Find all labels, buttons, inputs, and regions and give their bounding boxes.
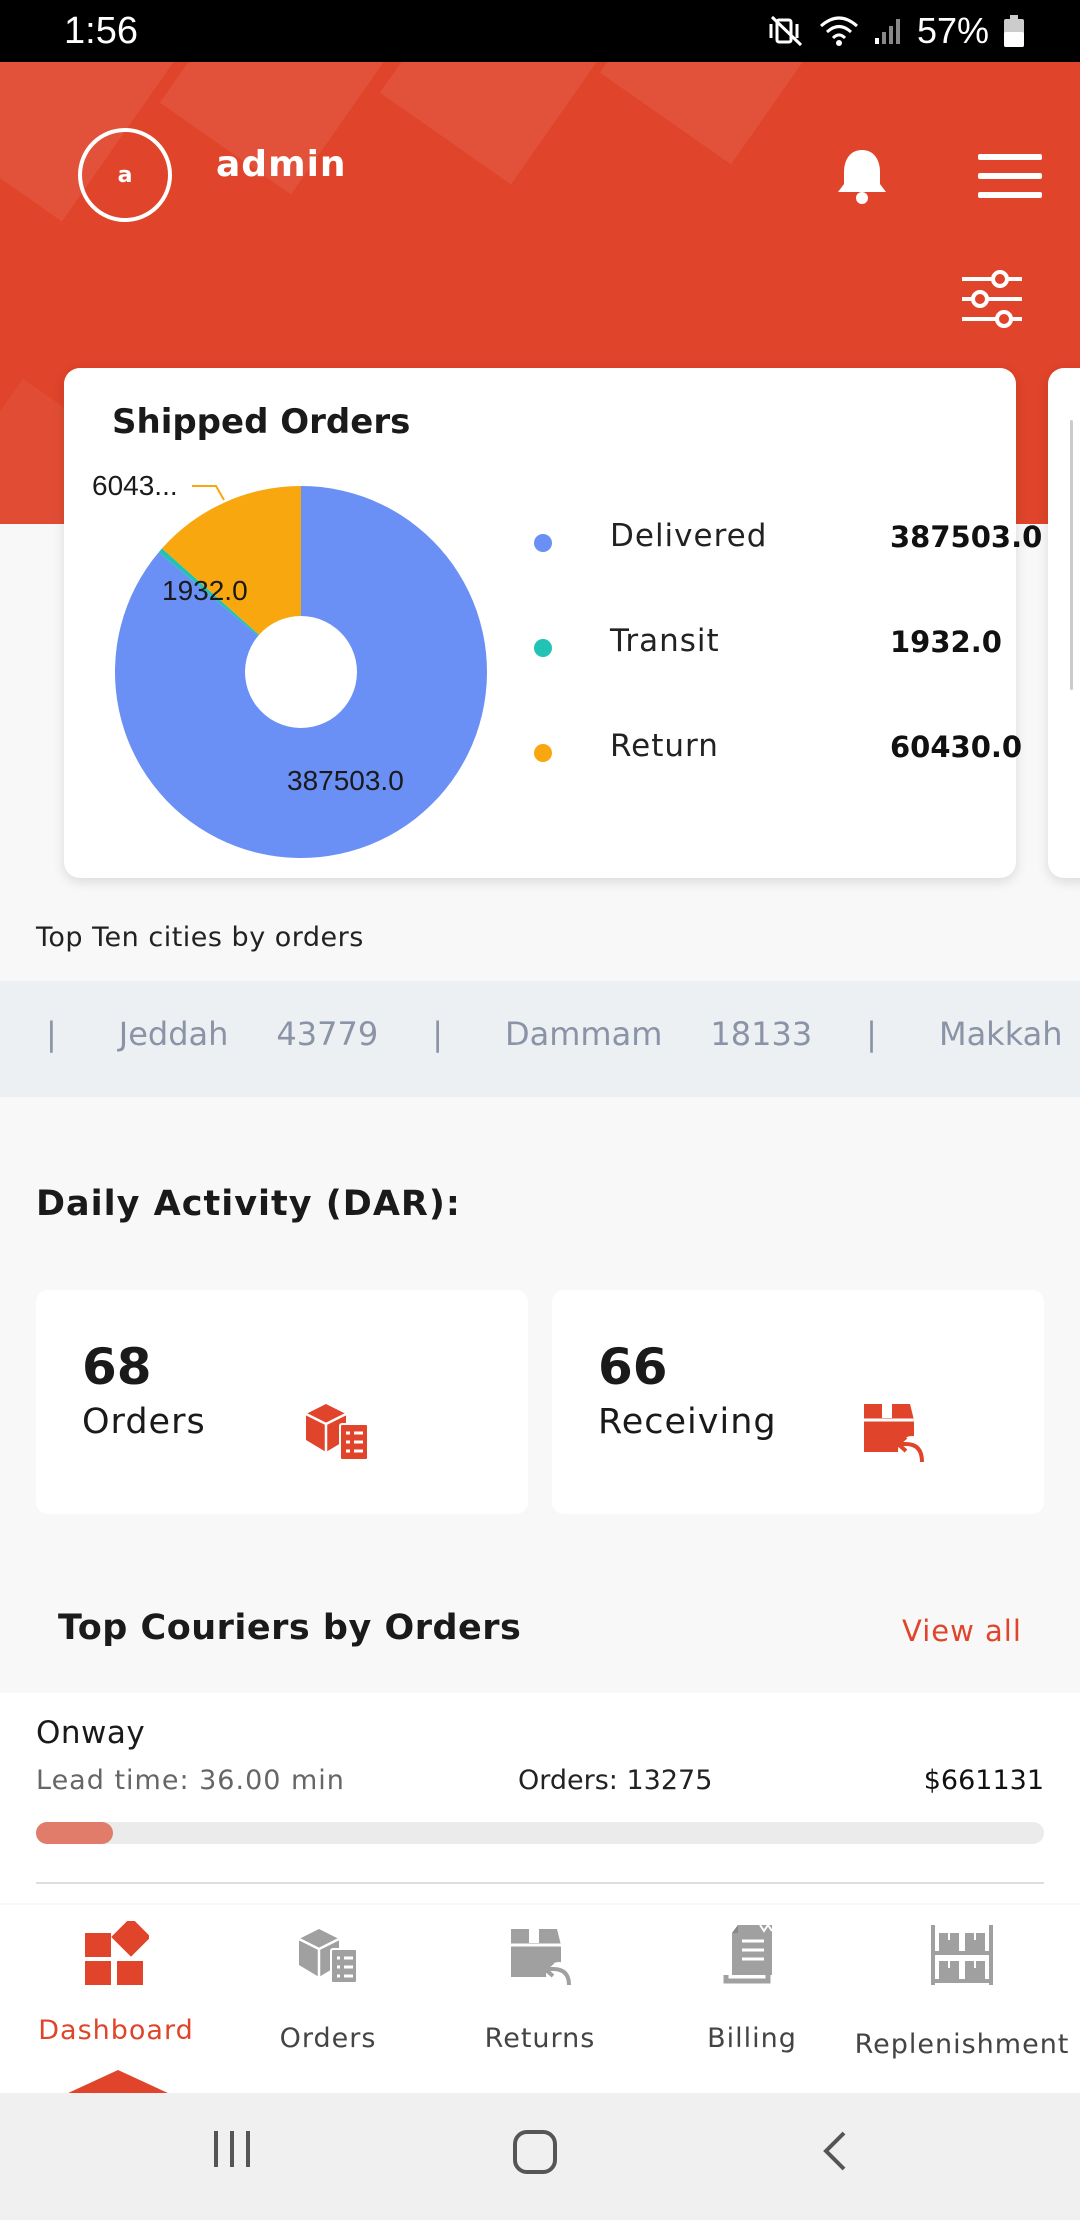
- top-cities-title: Top Ten cities by orders: [36, 922, 364, 953]
- city-separator: |: [46, 1015, 57, 1053]
- receiving-label: Receiving: [598, 1402, 777, 1442]
- legend-value: 387503.0: [890, 520, 1043, 554]
- nav-label-returns: Returns: [484, 2023, 596, 2054]
- legend-item-return[interactable]: Return 60430.0: [534, 728, 1022, 833]
- menu-button[interactable]: [976, 152, 1044, 200]
- orders-count: 68: [82, 1338, 152, 1396]
- city-separator: |: [866, 1015, 877, 1053]
- wifi-icon: [819, 16, 858, 46]
- home-icon[interactable]: [512, 2129, 558, 2175]
- daily-activity-title: Daily Activity (DAR):: [36, 1184, 461, 1224]
- courier-progress-bar: [36, 1822, 1044, 1844]
- city-count: 18133: [710, 1015, 813, 1053]
- hamburger-menu-icon: [978, 154, 1042, 198]
- status-icons: 57%: [769, 10, 1025, 52]
- city-name: Jeddah: [118, 1015, 229, 1053]
- orders-activity-card[interactable]: 68 Orders: [36, 1290, 528, 1514]
- nav-item-orders[interactable]: Orders: [228, 1905, 428, 2093]
- legend-label: Return: [610, 728, 719, 764]
- city-item[interactable]: | Jeddah 43779: [46, 1015, 432, 1053]
- system-navigation-bar: [0, 2093, 1080, 2220]
- username: admin: [216, 144, 347, 185]
- delivered-slice-label: 387503.0: [287, 765, 404, 796]
- nav-item-returns[interactable]: Returns: [440, 1905, 640, 2093]
- returns-box-icon: [511, 1929, 572, 1987]
- billing-receipt-icon: [723, 1923, 773, 1984]
- legend-dot-icon: [534, 744, 552, 762]
- next-card-edge: [1070, 420, 1073, 690]
- transit-slice-label: 1932.0: [162, 575, 248, 606]
- battery-percent: 57%: [916, 10, 989, 51]
- city-name: Dammam: [505, 1015, 663, 1053]
- legend-dot-icon: [534, 639, 552, 657]
- view-all-link[interactable]: View all: [902, 1614, 1022, 1648]
- bottom-navigation: Dashboard Orders Returns Billing Repleni…: [0, 1905, 1080, 2093]
- courier-orders: Orders: 13275: [518, 1765, 713, 1796]
- back-icon[interactable]: [820, 2129, 850, 2173]
- courier-progress-fill: [36, 1822, 113, 1844]
- city-count: 43779: [276, 1015, 379, 1053]
- notifications-button[interactable]: [834, 146, 890, 206]
- nav-label-orders: Orders: [279, 2023, 377, 2054]
- legend-label: Delivered: [610, 518, 768, 554]
- courier-lead-time: Lead time: 36.00 min: [36, 1765, 345, 1796]
- nav-item-replenishment[interactable]: Replenishment: [852, 1905, 1072, 2093]
- receiving-activity-card[interactable]: 66 Receiving: [552, 1290, 1044, 1514]
- city-separator: |: [432, 1015, 443, 1053]
- legend-item-delivered[interactable]: Delivered 387503.0: [534, 518, 1042, 623]
- avatar[interactable]: a: [78, 128, 172, 222]
- nav-label-dashboard: Dashboard: [38, 2015, 194, 2046]
- orders-label: Orders: [82, 1402, 206, 1442]
- legend-label: Transit: [610, 623, 720, 659]
- nav-item-dashboard[interactable]: Dashboard: [16, 1905, 216, 2093]
- next-card-peek[interactable]: [1048, 368, 1080, 878]
- city-name: Makkah: [938, 1015, 1063, 1053]
- filter-button[interactable]: [960, 270, 1022, 328]
- shipped-orders-card[interactable]: Shipped Orders 6043... 1932.0 387503.0 D…: [64, 368, 1042, 878]
- shelves-icon: [931, 1925, 993, 1985]
- courier-list: Onway Lead time: 36.00 min Orders: 13275…: [0, 1693, 1080, 1903]
- top-cities-ticker[interactable]: | Jeddah 43779 | Dammam 18133 | Makkah 1…: [0, 981, 1080, 1097]
- nav-label-replenishment: Replenishment: [854, 2029, 1070, 2060]
- signal-icon: [874, 19, 900, 44]
- battery-icon: [1004, 15, 1024, 47]
- shipped-orders-donut-chart: 6043... 1932.0 387503.0: [92, 470, 487, 858]
- orders-boxes-icon: [305, 1404, 369, 1461]
- legend-value: 60430.0: [890, 730, 1023, 764]
- divider: [36, 1882, 1044, 1884]
- nav-item-billing[interactable]: Billing: [652, 1905, 852, 2093]
- city-item[interactable]: | Dammam 18133: [432, 1015, 866, 1053]
- dashboard-screen: 1:56 57% a admin Shipped Orders 6043... …: [0, 0, 1080, 2220]
- courier-amount: $661131: [923, 1765, 1044, 1796]
- nav-label-billing: Billing: [707, 2023, 797, 2054]
- sliders-filter-icon: [962, 270, 1022, 328]
- courier-name: Onway: [36, 1715, 146, 1751]
- receiving-box-icon: [864, 1404, 926, 1464]
- top-cities-track: | Jeddah 43779 | Dammam 18133 | Makkah 1…: [46, 1015, 1080, 1053]
- mute-vibrate-icon: [769, 15, 802, 47]
- legend-item-transit[interactable]: Transit 1932.0: [534, 623, 1002, 728]
- bell-icon: [838, 150, 886, 204]
- receiving-count: 66: [598, 1338, 668, 1396]
- top-couriers-title: Top Couriers by Orders: [58, 1608, 522, 1648]
- orders-box-icon: [298, 1929, 358, 1984]
- status-bar: 1:56 57%: [0, 0, 1080, 62]
- dashboard-icon: [85, 1921, 149, 1985]
- active-tab-indicator: [66, 2070, 170, 2094]
- legend-value: 1932.0: [890, 625, 1002, 659]
- shipped-orders-legend: Delivered 387503.0 Transit 1932.0 Return…: [534, 518, 1042, 833]
- status-time: 1:56: [64, 9, 138, 52]
- return-slice-label: 6043...: [92, 470, 178, 501]
- city-item[interactable]: | Makkah 17: [866, 1015, 1080, 1053]
- legend-dot-icon: [534, 534, 552, 552]
- recent-apps-icon[interactable]: [210, 2129, 254, 2169]
- return-label-leader: [192, 485, 225, 501]
